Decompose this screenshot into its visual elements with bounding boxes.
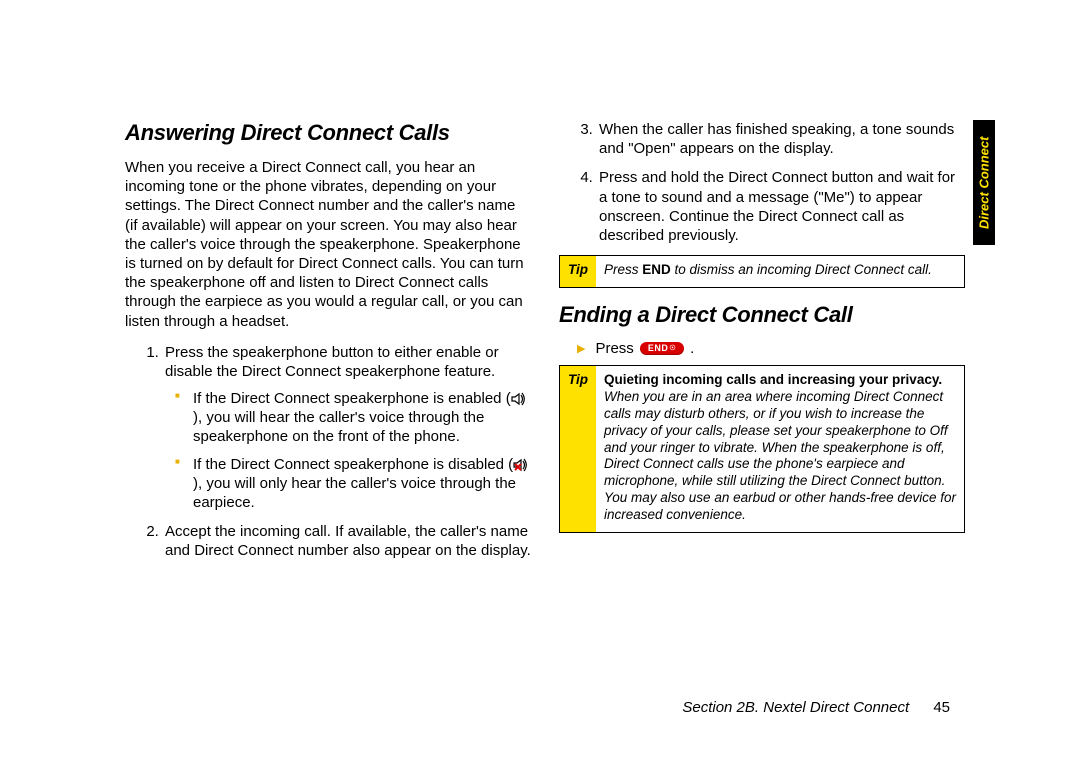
tip1-post: to dismiss an incoming Direct Connect ca… [671,262,932,277]
footer-page-number: 45 [933,699,950,716]
manual-page: Direct Connect Answering Direct Connect … [0,0,1080,771]
tip-label-2: Tip [560,366,596,532]
sub-enabled: If the Direct Connect speakerphone is en… [183,389,531,447]
tip2-body-text: When you are in an area where incoming D… [604,389,956,522]
tip-body-2: Quieting incoming calls and increasing y… [596,366,964,532]
sub-disabled-pre: If the Direct Connect speakerphone is di… [193,456,513,473]
two-column-layout: Answering Direct Connect Calls When you … [125,120,965,571]
sub-disabled: If the Direct Connect speakerphone is di… [183,455,531,513]
speaker-enabled-icon [511,392,527,406]
step-1-text: Press the speakerphone button to either … [165,344,499,380]
step-1-sublist: If the Direct Connect speakerphone is en… [165,389,531,512]
end-key-icon: END☉ [640,342,684,355]
steps-list-right: When the caller has finished speaking, a… [559,120,965,245]
press-word: Press [595,340,633,357]
page-footer: Section 2B. Nextel Direct Connect 45 [682,699,950,716]
heading-answering: Answering Direct Connect Calls [125,120,531,146]
step-2: Accept the incoming call. If available, … [163,522,531,560]
tip1-pre: Press [604,262,642,277]
triangle-bullet-icon: ▶ [577,342,585,355]
step-3: When the caller has finished speaking, a… [597,120,965,158]
heading-ending: Ending a Direct Connect Call [559,302,965,328]
tip2-lead: Quieting incoming calls and increasing y… [604,372,942,387]
intro-paragraph: When you receive a Direct Connect call, … [125,158,531,331]
end-key-label: END [648,343,669,353]
press-end-line: ▶ Press END☉. [577,340,965,357]
right-column: When the caller has finished speaking, a… [559,120,965,571]
tip-body-1: Press END to dismiss an incoming Direct … [596,256,940,287]
sub-disabled-post: ), you will only hear the caller's voice… [193,475,516,511]
speaker-disabled-icon [513,458,529,472]
footer-section: Section 2B. Nextel Direct Connect [682,699,909,716]
step-4: Press and hold the Direct Connect button… [597,168,965,245]
tip-box-dismiss: Tip Press END to dismiss an incoming Dir… [559,255,965,288]
left-column: Answering Direct Connect Calls When you … [125,120,531,571]
sub-enabled-pre: If the Direct Connect speakerphone is en… [193,390,511,407]
sub-enabled-post: ), you will hear the caller's voice thro… [193,409,484,445]
section-side-tab: Direct Connect [973,120,995,245]
step-1: Press the speakerphone button to either … [163,343,531,513]
steps-list-left: Press the speakerphone button to either … [125,343,531,561]
tip1-bold: END [642,262,671,277]
tip-box-privacy: Tip Quieting incoming calls and increasi… [559,365,965,533]
tip-label-1: Tip [560,256,596,287]
period: . [690,340,694,357]
